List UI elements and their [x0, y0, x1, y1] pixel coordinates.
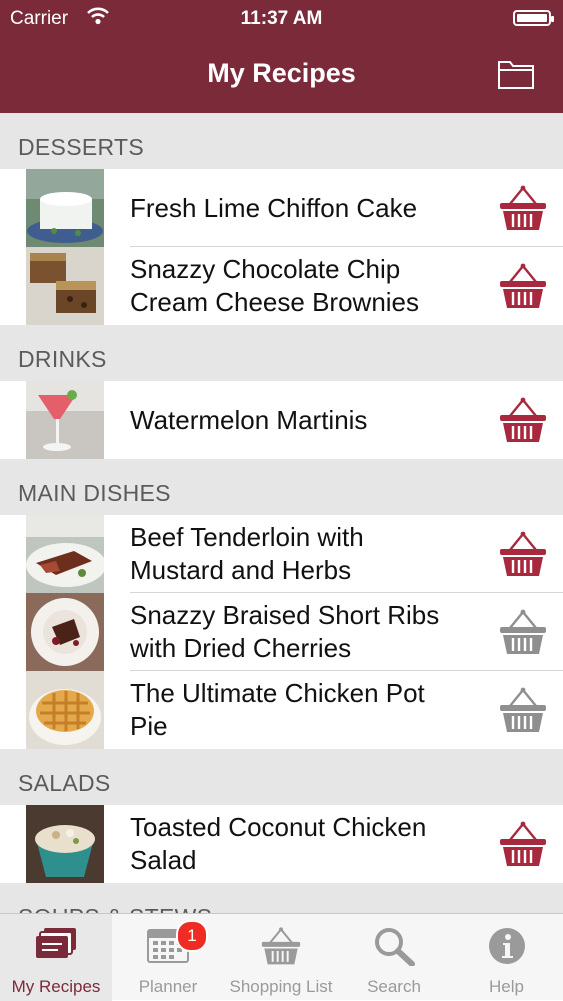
recipe-title: Snazzy Braised Short Ribs with Dried Che… [130, 600, 440, 663]
recipe-thumbnail [26, 247, 104, 325]
recipe-thumbnail [26, 805, 104, 883]
basket-icon [261, 927, 301, 965]
planner-badge: 1 [176, 920, 208, 952]
recipe-title: Watermelon Martinis [130, 404, 368, 435]
nav-header: Carrier 11:37 AM My Recipes [0, 0, 563, 113]
recipe-title: Beef Tenderloin with Mustard and Herbs [130, 522, 364, 585]
section-header-soups-stews: SOUPS & STEWS [0, 883, 563, 913]
tab-shopping-list[interactable]: Shopping List [224, 914, 338, 1001]
recipe-thumbnail [26, 671, 104, 749]
tab-search[interactable]: Search [338, 914, 450, 1001]
tab-my-recipes[interactable]: My Recipes [0, 914, 112, 1001]
add-to-shopping-list-button[interactable] [497, 820, 549, 873]
search-icon [375, 928, 415, 966]
recipe-title: Fresh Lime Chiffon Cake [130, 192, 418, 223]
tab-planner[interactable]: 1 Planner [112, 914, 224, 1001]
tab-help[interactable]: Help [450, 914, 563, 1001]
recipe-title: Toasted Coconut Chicken Salad [130, 812, 427, 875]
recipe-row[interactable]: Toasted Coconut Chicken Salad [0, 805, 563, 883]
section-header-drinks: DRINKS [0, 325, 563, 381]
recipes-icon [36, 928, 76, 958]
section-header-salads: SALADS [0, 749, 563, 805]
recipe-row[interactable]: Watermelon Martinis [0, 381, 563, 459]
recipe-title: The Ultimate Chicken Pot Pie [130, 678, 425, 741]
tab-bar: My Recipes 1 Planner Shopping List Searc… [0, 913, 563, 1001]
section-header-desserts: DESSERTS [0, 113, 563, 169]
add-to-shopping-list-button[interactable] [497, 686, 549, 739]
add-to-shopping-list-button[interactable] [497, 184, 549, 237]
battery-icon [513, 10, 554, 26]
recipe-list[interactable]: DESSERTS Fresh Lime Chiffon Cake Snazzy … [0, 113, 563, 913]
recipe-thumbnail [26, 169, 104, 247]
tab-label: My Recipes [11, 977, 101, 996]
section-header-main-dishes: MAIN DISHES [0, 459, 563, 515]
tab-label: Search [367, 977, 421, 996]
add-to-shopping-list-button[interactable] [497, 396, 549, 449]
recipe-title: Snazzy Chocolate Chip Cream Cheese Brown… [130, 254, 420, 317]
tab-label: Shopping List [229, 977, 333, 996]
page-title: My Recipes [207, 58, 356, 88]
tab-label: Help [489, 977, 524, 996]
recipe-row[interactable]: Beef Tenderloin with Mustard and Herbs [0, 515, 563, 593]
recipe-row[interactable]: Fresh Lime Chiffon Cake [0, 169, 563, 247]
recipe-row[interactable]: The Ultimate Chicken Pot Pie [0, 671, 563, 749]
recipe-thumbnail [26, 381, 104, 459]
folder-icon[interactable] [497, 58, 535, 95]
add-to-shopping-list-button[interactable] [497, 530, 549, 583]
info-icon [488, 928, 525, 964]
add-to-shopping-list-button[interactable] [497, 608, 549, 661]
recipe-row[interactable]: Snazzy Chocolate Chip Cream Cheese Brown… [0, 247, 563, 325]
recipe-thumbnail [26, 515, 106, 593]
add-to-shopping-list-button[interactable] [497, 262, 549, 315]
recipe-thumbnail [26, 593, 104, 671]
clock: 11:37 AM [240, 8, 323, 29]
tab-label: Planner [138, 977, 198, 996]
recipe-row[interactable]: Snazzy Braised Short Ribs with Dried Che… [0, 593, 563, 671]
status-bar: Carrier 11:37 AM [0, 0, 563, 38]
